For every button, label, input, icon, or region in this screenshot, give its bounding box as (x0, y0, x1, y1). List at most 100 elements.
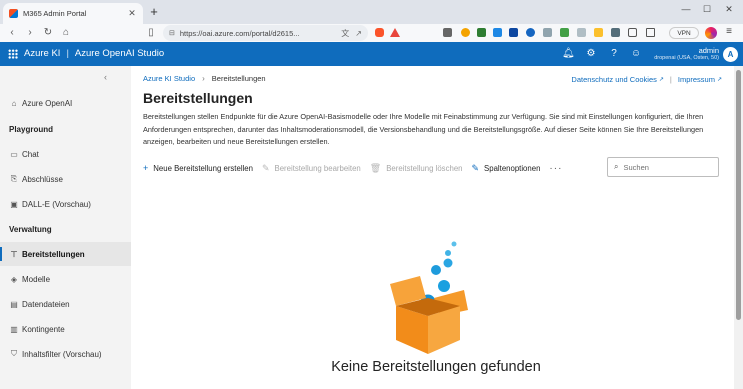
home-icon[interactable]: ⌂ (60, 26, 72, 40)
shield-icon: ⛉ (11, 349, 17, 358)
extension-icon[interactable] (477, 28, 486, 37)
new-tab-icon[interactable]: + (147, 5, 161, 19)
edit-deployment-label: Bereitstellung bearbeiten (274, 163, 361, 173)
feedback-icon[interactable]: ☺ (630, 48, 642, 59)
extension-icon[interactable] (577, 28, 586, 37)
breadcrumb-current: Bereitstellungen (211, 74, 266, 83)
scrollbar-thumb[interactable] (736, 70, 741, 320)
browser-menu-icon[interactable]: ≡ (724, 26, 734, 37)
sidebar-item-deployments[interactable]: ⊤ Bereitstellungen (0, 242, 131, 266)
site-info-icon[interactable]: ⊟ (169, 29, 175, 37)
extension-icon[interactable] (611, 28, 620, 37)
more-commands-button[interactable]: ··· (549, 163, 562, 174)
forward-icon[interactable]: › (24, 26, 36, 40)
vpn-label: VPN (677, 29, 691, 37)
help-icon[interactable]: ? (608, 48, 620, 59)
translate-icon[interactable]: 文 (341, 28, 349, 39)
address-bar[interactable]: ⊟ https://oai.azure.com/portal/d2615... … (163, 25, 368, 41)
sidebar-item-label: Datendateien (22, 299, 70, 309)
top-links: Datenschutz und Cookies ↗ | Impressum ↗ (571, 75, 722, 84)
page-description: Bereitstellungen stellen Endpunkte für d… (143, 112, 704, 147)
search-input[interactable] (623, 162, 710, 172)
sidebar-item-azure-openai[interactable]: ⌂ Azure OpenAI (0, 91, 131, 115)
browser-toolbar: ‹ › ↻ ⌂ ▯ ⊟ https://oai.azure.com/portal… (0, 24, 743, 42)
sidebar-item-label: Bereitstellungen (22, 249, 85, 259)
bubble (438, 280, 450, 292)
search-box: ⌕ (607, 157, 719, 177)
brave-rewards-icon[interactable] (390, 28, 400, 37)
back-icon[interactable]: ‹ (6, 26, 18, 40)
app-launcher-icon[interactable] (8, 49, 18, 59)
sidebar-item-label: Azure OpenAI (22, 98, 73, 108)
extension-icon[interactable] (543, 28, 552, 37)
deployments-icon: ⊤ (10, 249, 18, 259)
page-title: Bereitstellungen (143, 90, 253, 106)
sidebar-item-label: Inhaltsfilter (Vorschau) (22, 349, 102, 359)
pencil-icon: ✎ (471, 162, 480, 173)
bookmark-icon[interactable]: ▯ (145, 26, 157, 40)
vpn-button[interactable]: VPN (669, 27, 699, 39)
completions-icon: ⎘ (10, 174, 18, 183)
delete-deployment-button[interactable]: 🗑︎ Bereitstellung löschen (370, 163, 463, 174)
user-name: admin (698, 46, 719, 55)
external-link-icon: ↗ (716, 77, 722, 83)
app-title[interactable]: Azure KI | Azure OpenAI Studio (24, 48, 164, 59)
create-deployment-label: Neue Bereitstellung erstellen (153, 163, 253, 173)
main-content: Azure KI Studio › Bereitstellungen Daten… (131, 66, 743, 389)
home-icon: ⌂ (11, 98, 17, 108)
sidebar-item-completions[interactable]: ⎘ Abschlüsse (0, 167, 131, 191)
create-deployment-button[interactable]: + Neue Bereitstellung erstellen (143, 163, 253, 173)
sidebar-item-content-filters[interactable]: ⛉ Inhaltsfilter (Vorschau) (0, 342, 131, 366)
user-tenant: dropenai (USA, Osten, 50) (654, 55, 719, 61)
minimize-icon[interactable]: — (679, 4, 693, 14)
breadcrumb-link-studio[interactable]: Azure KI Studio (143, 74, 195, 83)
sidebar-toggle-icon[interactable] (628, 28, 637, 37)
extension-icon[interactable] (493, 28, 502, 37)
sidebar-item-dalle[interactable]: ▣ DALL-E (Vorschau) (0, 192, 131, 216)
settings-gear-icon[interactable]: ⚙ (585, 48, 597, 59)
sidebar-item-label: Kontingente (22, 324, 65, 334)
extension-icon[interactable] (461, 28, 470, 37)
edit-deployment-button[interactable]: ✎ Bereitstellung bearbeiten (262, 163, 361, 174)
browser-tab-strip: M365 Admin Portal ✕ + — ☐ ✕ (0, 0, 743, 24)
edit-icon: ✎ (261, 162, 270, 173)
sidebar-item-data-files[interactable]: ▤ Datendateien (0, 292, 131, 316)
extension-icon[interactable] (526, 28, 535, 37)
brave-shield-icon[interactable] (375, 28, 384, 37)
link-separator: | (669, 75, 672, 84)
sidebar-section-playground: Playground (9, 125, 54, 134)
share-icon[interactable]: ↗ (355, 29, 362, 38)
privacy-link[interactable]: Datenschutz und Cookies (571, 75, 656, 84)
wallet-icon[interactable] (646, 28, 655, 37)
bubble (445, 250, 451, 256)
sidebar-item-label: Chat (22, 149, 39, 159)
cube-icon: ◈ (10, 274, 18, 284)
chevron-right-icon: › (202, 74, 205, 83)
avatar[interactable]: A (723, 47, 738, 62)
empty-box-illustration (390, 241, 468, 354)
tab-close-icon[interactable]: ✕ (127, 8, 137, 19)
column-options-button[interactable]: ✎ Spaltenoptionen (472, 163, 541, 174)
app-header: Azure KI | Azure OpenAI Studio 🔔︎ ⚙ ? ☺ ad… (0, 42, 743, 66)
trash-icon: 🗑︎ (369, 162, 382, 173)
imprint-link[interactable]: Impressum (678, 75, 715, 84)
image-icon: ▣ (10, 199, 18, 209)
maximize-icon[interactable]: ☐ (700, 4, 714, 15)
notifications-icon[interactable]: 🔔︎ (562, 48, 575, 59)
extension-icon[interactable] (509, 28, 518, 37)
reload-icon[interactable]: ↻ (42, 26, 54, 40)
sidebar-item-chat[interactable]: ▭ Chat (0, 142, 131, 166)
sidebar-item-models[interactable]: ◈ Modelle (0, 267, 131, 291)
extension-icon[interactable] (560, 28, 569, 37)
search-icon: ⌕ (614, 162, 619, 171)
delete-deployment-label: Bereitstellung löschen (386, 163, 463, 173)
extension-icon[interactable] (443, 28, 452, 37)
window-close-icon[interactable]: ✕ (722, 4, 736, 15)
collapse-sidebar-icon[interactable]: ‹ (104, 72, 107, 82)
profile-icon[interactable] (705, 27, 717, 39)
browser-tab[interactable]: M365 Admin Portal ✕ (3, 3, 143, 24)
user-info[interactable]: admin dropenai (USA, Osten, 50) (654, 46, 719, 62)
sidebar: ‹ ⌂ Azure OpenAI Playground ▭ Chat ⎘ Abs… (0, 66, 131, 389)
extension-icon[interactable] (594, 28, 603, 37)
sidebar-item-quotas[interactable]: ▥ Kontingente (0, 317, 131, 341)
